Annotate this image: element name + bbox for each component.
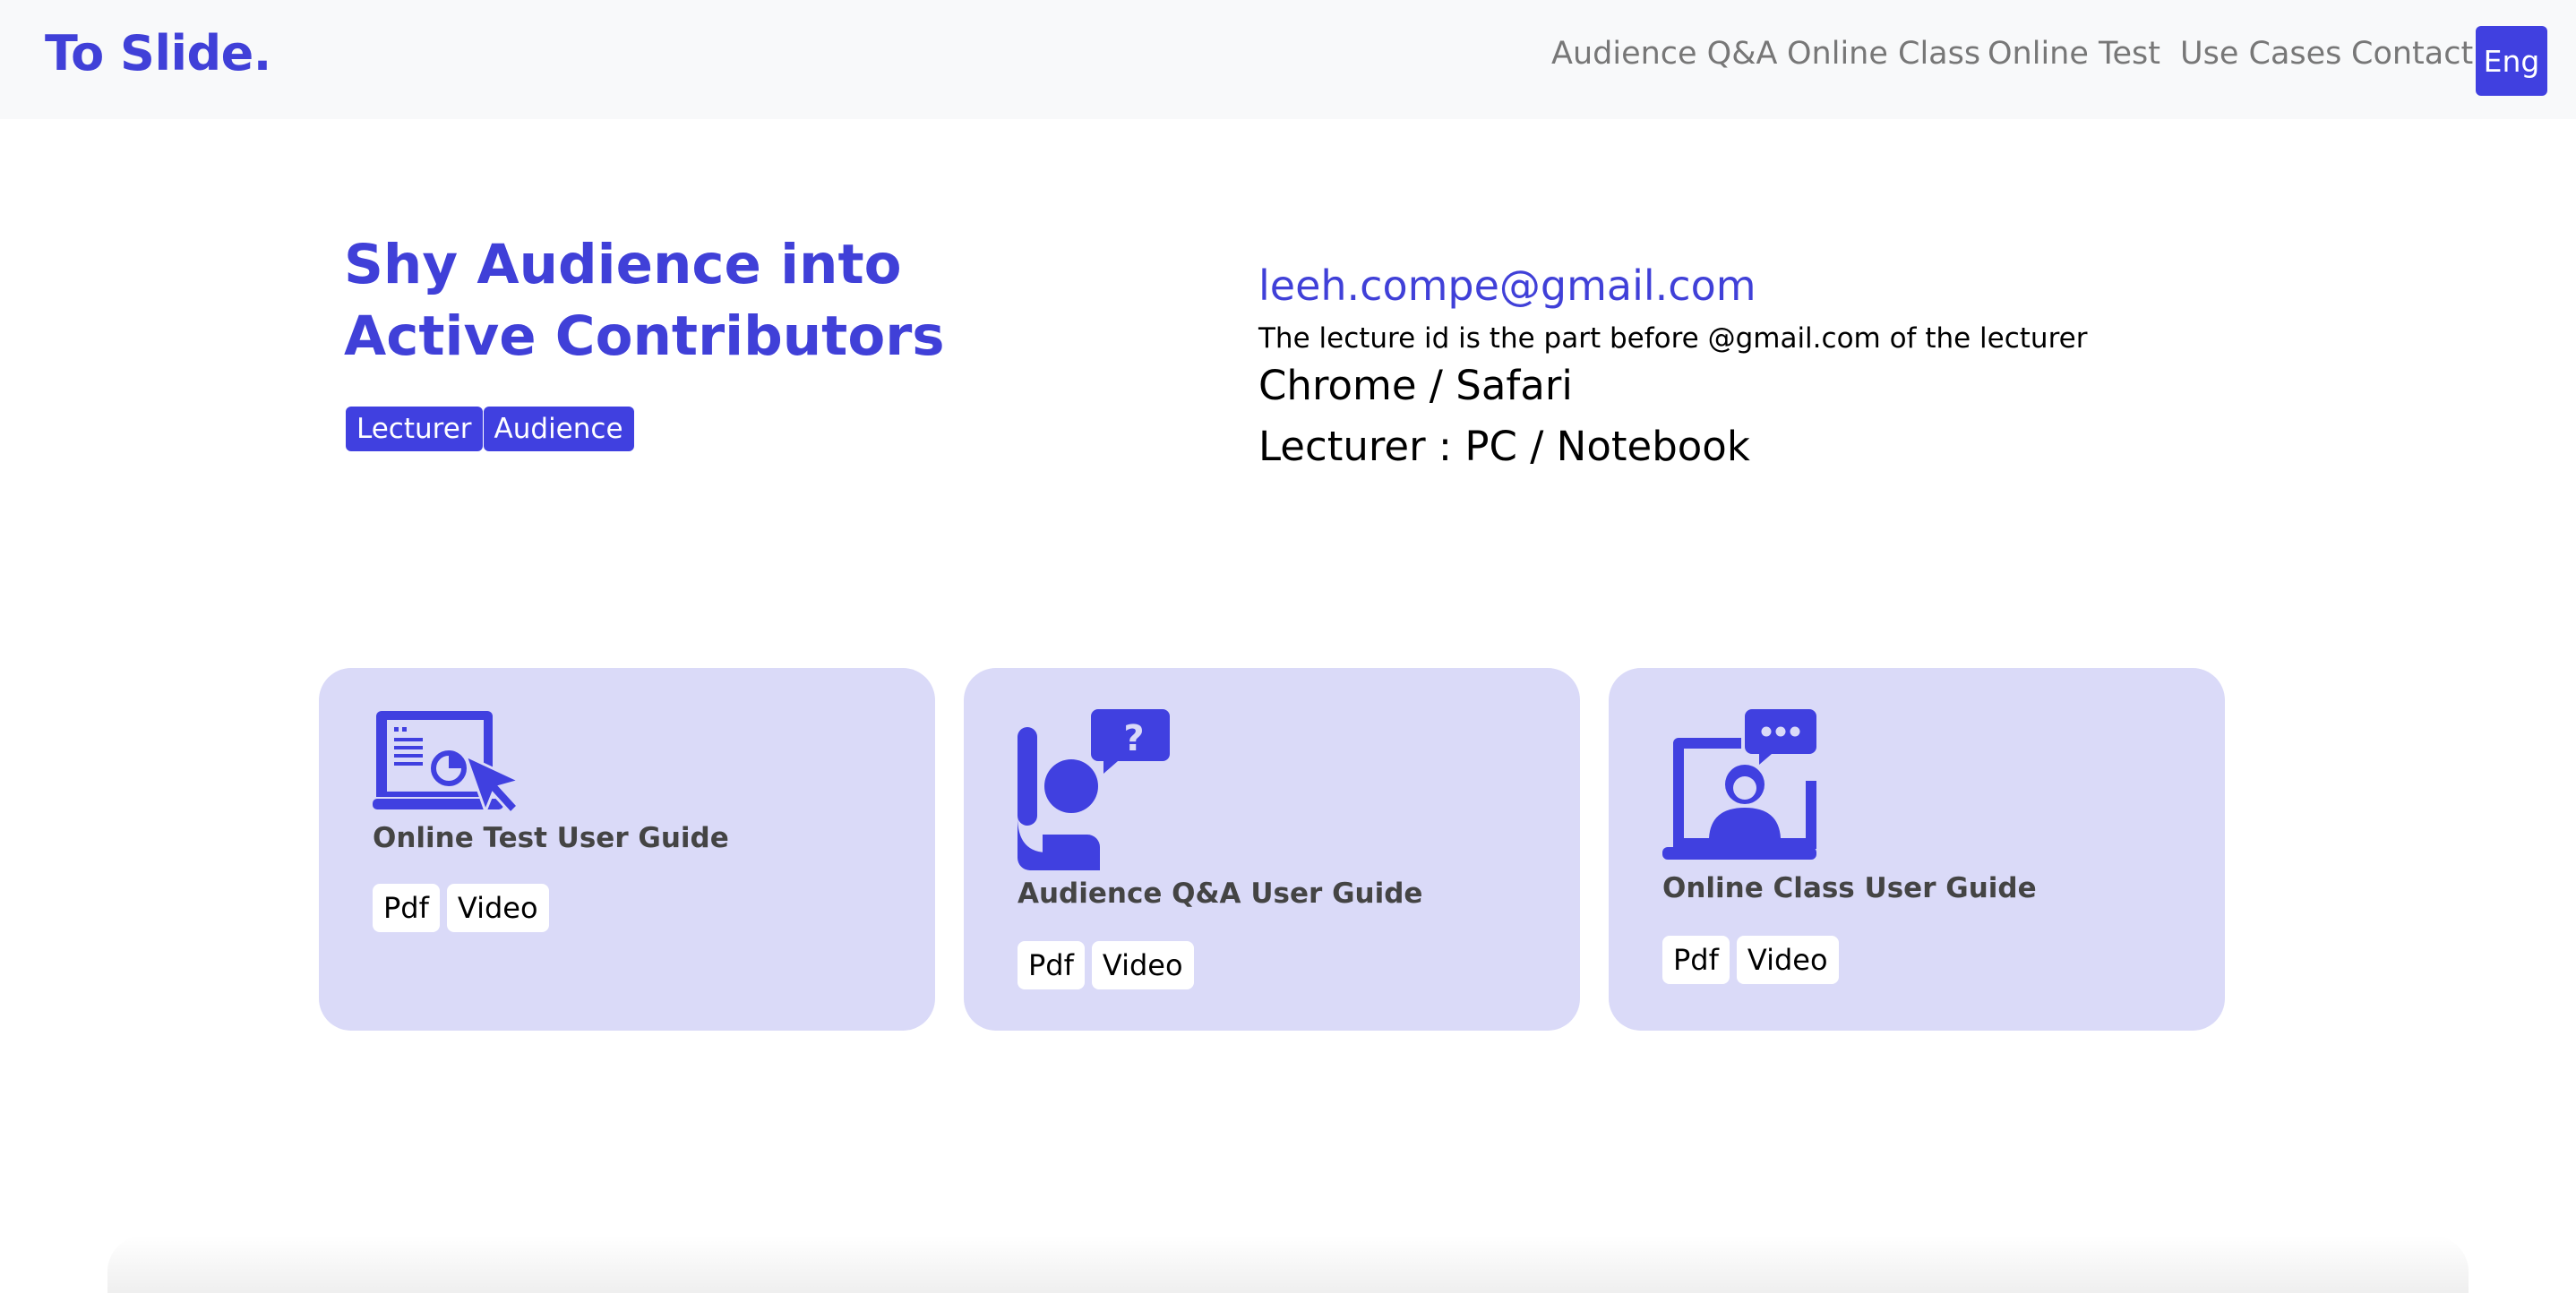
language-button[interactable]: Eng [2476,26,2547,96]
svg-text:?: ? [1123,718,1144,759]
nav-use-cases[interactable]: Use Cases [2180,36,2341,72]
pdf-button[interactable]: Pdf [1662,936,1730,984]
card-title: Online Test User Guide [373,822,729,854]
role-tags: Lecturer Audience [346,407,634,451]
card-online-class: Online Class User Guide Pdf Video [1609,668,2225,1031]
footer-edge [107,1236,2469,1293]
browser-requirement: Chrome / Safari [1258,362,1573,409]
laptop-chart-icon [373,711,524,816]
navbar: To Slide. Audience Q&A Online Class Onli… [0,0,2576,119]
card-audience-qa: ? Audience Q&A User Guide Pdf Video [964,668,1580,1031]
tag-audience[interactable]: Audience [483,407,634,451]
lecture-id-note: The lecture id is the part before @gmail… [1258,322,2088,355]
video-button[interactable]: Video [1091,941,1194,989]
card-buttons: Pdf Video [373,884,549,932]
card-online-test: Online Test User Guide Pdf Video [319,668,935,1031]
brand-logo[interactable]: To Slide. [45,25,271,81]
pdf-button[interactable]: Pdf [373,884,440,932]
nav-online-test[interactable]: Online Test [1988,36,2160,72]
hero-title: Shy Audience into Active Contributors [344,229,971,372]
nav-contact[interactable]: Contact [2351,36,2473,72]
card-title: Audience Q&A User Guide [1018,878,1423,910]
nav-audience-qa[interactable]: Audience Q&A [1551,36,1777,72]
card-buttons: Pdf Video [1662,936,1839,984]
card-title: Online Class User Guide [1662,872,2037,904]
card-buttons: Pdf Video [1018,941,1194,989]
raised-hand-question-icon: ? [1018,709,1170,870]
device-requirement: Lecturer : PC / Notebook [1258,423,1750,470]
video-button[interactable]: Video [1736,936,1839,984]
lecturer-email-link[interactable]: leeh.compe@gmail.com [1258,261,1756,310]
pdf-button[interactable]: Pdf [1018,941,1085,989]
nav-online-class[interactable]: Online Class [1787,36,1980,72]
laptop-presenter-chat-icon [1662,709,1816,860]
tag-lecturer[interactable]: Lecturer [346,407,483,451]
hero-title-line2: Active Contributors [344,304,945,368]
video-button[interactable]: Video [446,884,549,932]
hero-title-line1: Shy Audience into [344,233,902,296]
